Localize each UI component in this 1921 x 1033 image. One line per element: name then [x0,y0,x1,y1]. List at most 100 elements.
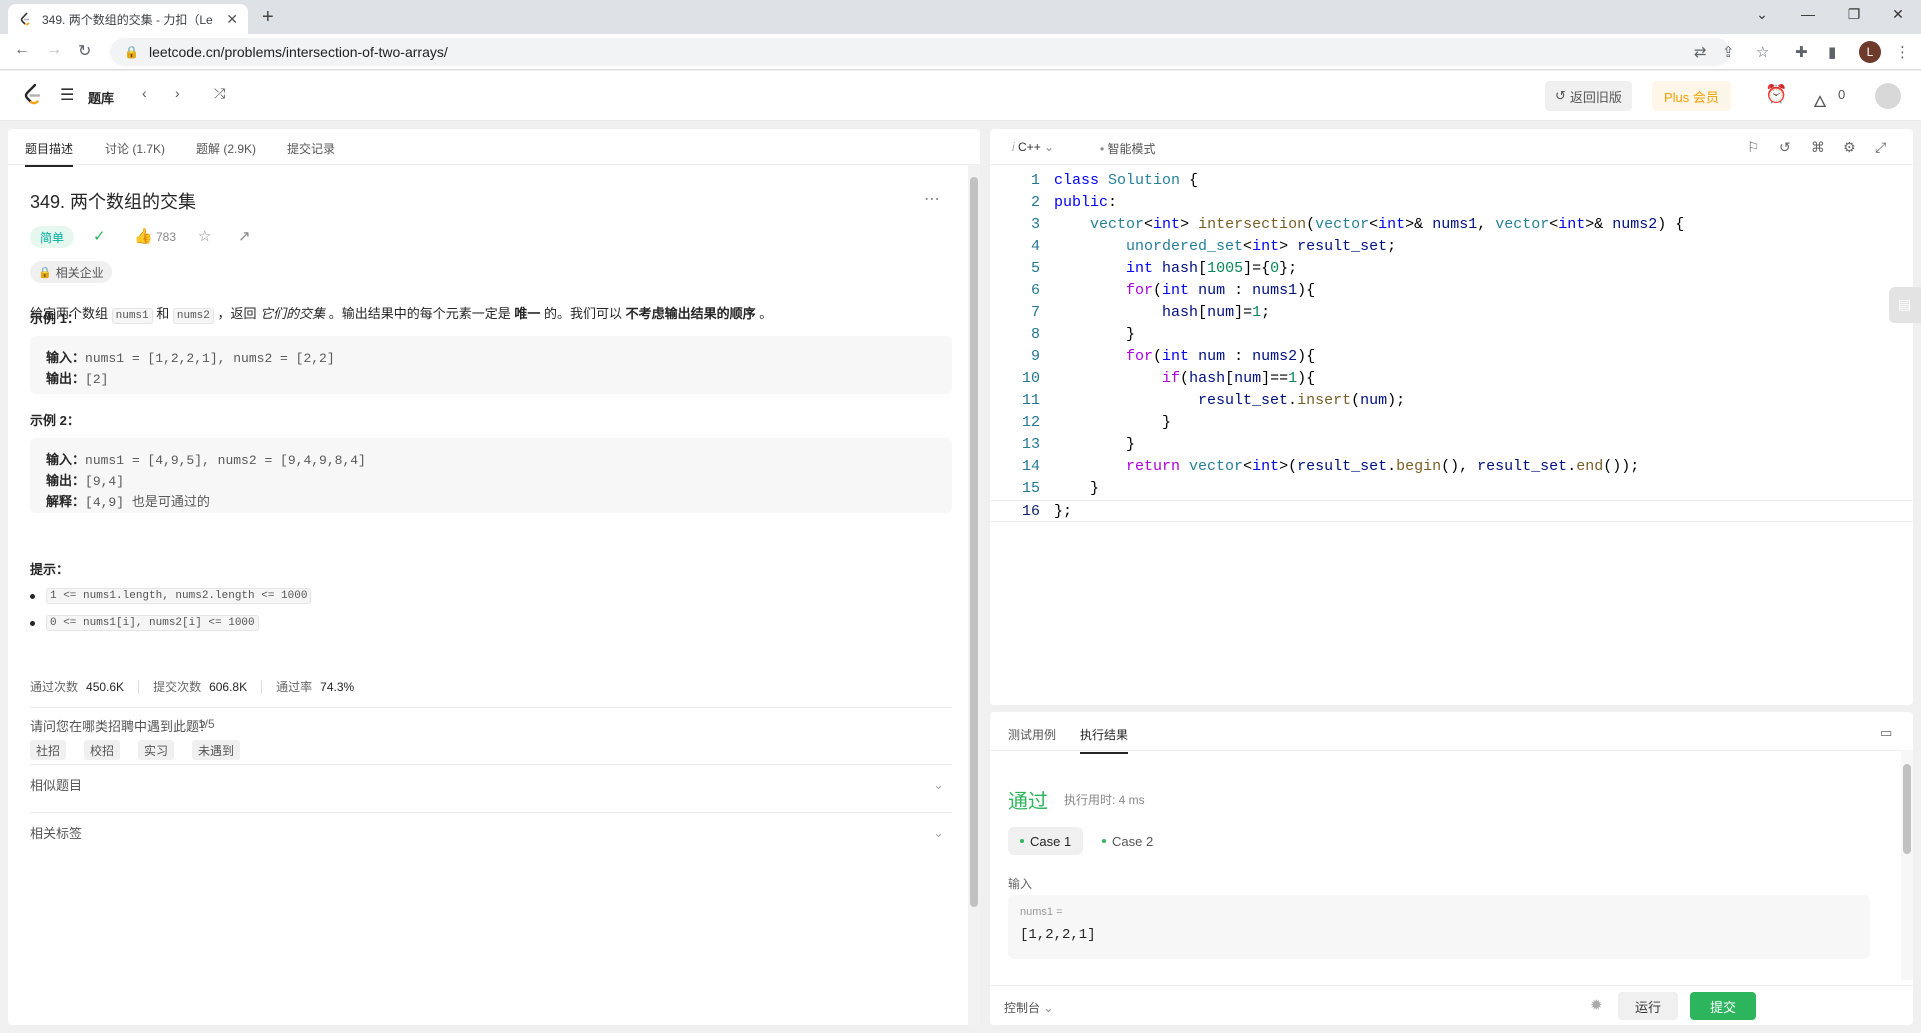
tab-search-icon[interactable]: ⌄ [1739,6,1785,23]
acceptance-rate: 74.3% [320,679,355,694]
more-options-icon[interactable]: ⋯ [924,189,940,209]
shortcut-icon[interactable]: ⌘ [1811,139,1825,156]
streak-flame-icon[interactable]: 🜂 [1813,84,1827,117]
forward-icon[interactable]: → [46,41,62,59]
streak-count: 0 [1838,87,1846,102]
code-line: 3 vector<int> intersection(vector<int>& … [1030,216,1685,233]
profile-avatar[interactable]: L [1859,41,1881,63]
dot-icon: • [1100,142,1105,156]
smart-mode-toggle[interactable]: • 智能模式 [1100,140,1156,157]
alarm-clock-icon[interactable]: ⏰ [1765,84,1787,105]
input-var-name: nums1 = [1020,906,1063,918]
problem-list-icon[interactable]: ☰ [60,85,74,105]
bookmark-icon[interactable]: ⚐ [1747,139,1760,156]
thumbs-up-icon[interactable]: 👍 [134,227,153,245]
tab-solutions[interactable]: 题解 (2.9K) [196,140,256,157]
user-avatar[interactable] [1875,83,1901,109]
window-close-icon[interactable]: ✕ [1875,6,1921,23]
hints-title: 提示： [30,562,70,577]
leetcode-favicon-icon [20,12,30,26]
panel-resize-handle[interactable] [990,705,1913,712]
scrollbar-thumb[interactable] [970,177,978,907]
reset-code-icon[interactable]: ↺ [1779,139,1791,156]
tab-description[interactable]: 题目描述 [25,140,74,167]
interview-pager: 1/5 [198,717,215,731]
related-companies-tag[interactable]: 🔒 相关企业 [30,261,112,283]
interview-option-social[interactable]: 社招 [30,740,67,760]
similar-problems-accordion[interactable]: 相似题目 ⌄ [30,764,952,804]
browser-menu-icon[interactable]: ⋮ [1895,43,1910,61]
run-button[interactable]: 运行 [1618,992,1678,1020]
share-icon[interactable]: ↗ [238,227,251,245]
next-problem-icon[interactable]: › [175,85,180,101]
old-version-button[interactable]: ↺ 返回旧版 [1545,81,1632,111]
translate-icon[interactable]: ⇄ [1694,43,1707,61]
example1-box: 输入：nums1 = [1,2,2,1], nums2 = [2,2] 输出：[… [30,336,952,394]
interview-option-campus[interactable]: 校招 [84,740,121,760]
hint-item: 0 <= nums1[i], nums2[i] <= 1000 [30,615,259,631]
lock-icon: 🔒 [38,266,52,279]
address-bar-row: ← → ↻ 🔒 leetcode.cn/problems/intersectio… [0,34,1921,70]
tab-testcases[interactable]: 测试用例 [1008,726,1056,743]
code-line: 8 } [1030,326,1136,343]
related-tags-accordion[interactable]: 相关标签 ⌄ [30,812,952,852]
problem-tabs: 题目描述 讨论 (1.7K) 题解 (2.9K) 提交记录 [8,129,980,167]
problemset-link[interactable]: 题库 [88,88,114,107]
browser-tab[interactable]: 349. 两个数组的交集 - 力扣（Le ✕ [8,4,248,34]
code-line: 14 return vector<int>(result_set.begin()… [1021,458,1640,475]
reload-icon[interactable]: ↻ [78,41,91,61]
browser-tab-bar: 349. 两个数组的交集 - 力扣（Le ✕ + ⌄ — ❐ ✕ [0,0,1921,34]
restore-icon[interactable]: ❐ [1831,6,1877,23]
sidepanel-icon[interactable]: ▮ [1828,43,1836,61]
problem-panel: 题目描述 讨论 (1.7K) 题解 (2.9K) 提交记录 349. 两个数组的… [8,129,980,1025]
debug-bug-icon[interactable]: ✹ [1590,996,1603,1014]
interview-option-none[interactable]: 未遇到 [192,740,241,760]
share-icon[interactable]: ⇪ [1722,43,1735,61]
code-area[interactable]: 1 class Solution { 2 public: 3 vector<int>… [990,170,1913,522]
case-1-tab[interactable]: Case 1 [1008,827,1084,855]
close-tab-icon[interactable]: ✕ [226,11,238,28]
url-field[interactable]: 🔒 leetcode.cn/problems/intersection-of-t… [110,38,1730,66]
tab-submissions[interactable]: 提交记录 [287,140,335,157]
chevron-down-icon: ⌄ [1043,1001,1054,1015]
language-select[interactable]: i C++ ⌄ [1012,140,1054,154]
runtime-text: 执行用时: 4 ms [1064,793,1145,807]
divider [30,707,952,708]
code-line: 4 unordered_set<int> result_set; [1030,238,1397,255]
interview-option-intern[interactable]: 实习 [138,740,175,760]
prev-problem-icon[interactable]: ‹ [142,85,147,101]
console-toggle[interactable]: 控制台 ⌄ [1004,999,1053,1016]
code-line: 13 } [1021,436,1136,453]
notes-side-tab[interactable]: ▤ [1889,287,1921,323]
plus-member-button[interactable]: Plus 会员 [1652,81,1731,111]
random-problem-icon[interactable]: ⤮ [214,85,225,102]
fullscreen-icon[interactable]: ⤢ [1875,139,1886,156]
result-scrollbar-thumb[interactable] [1903,764,1911,854]
collapse-panel-icon[interactable]: ▭ [1880,725,1892,741]
submission-count: 606.8K [209,679,248,694]
minimize-icon[interactable]: — [1785,6,1831,22]
case-2-tab[interactable]: Case 2 [1090,827,1165,855]
ex2-title: 示例 2： [30,413,80,428]
extensions-icon[interactable]: ✚ [1795,43,1808,61]
leetcode-logo-icon[interactable] [22,83,44,107]
editor-toolbar: i C++ ⌄ • 智能模式 ⚐ ↺ ⌘ ⚙ ⤢ [990,129,1913,165]
back-icon[interactable]: ← [14,41,30,59]
likes-count: 783 [156,230,177,244]
favorite-star-icon[interactable]: ☆ [198,227,211,245]
result-panel: 测试用例 执行结果 ▭ 通过 执行用时: 4 ms Case 1 Case 2 … [990,712,1913,1025]
code-line-current: 16}; [990,500,1913,522]
code-line: 2 public: [1030,194,1118,211]
code-line: 12 } [1021,414,1172,431]
tab-title: 349. 两个数组的交集 - 力扣（Le [42,12,213,27]
settings-gear-icon[interactable]: ⚙ [1843,139,1856,156]
problem-title: 349. 两个数组的交集 [30,192,197,212]
tab-discussion[interactable]: 讨论 (1.7K) [105,140,165,157]
bookmark-star-icon[interactable]: ☆ [1756,43,1769,61]
new-tab-icon[interactable]: + [262,6,274,29]
submit-button[interactable]: 提交 [1690,992,1756,1020]
chevron-down-icon: ⌄ [933,776,944,792]
interview-question: 请问您在哪类招聘中遇到此题？ [30,719,213,734]
ex1-title: 示例 1： [30,311,80,326]
example2-box: 输入：nums1 = [4,9,5], nums2 = [9,4,9,8,4] … [30,438,952,513]
